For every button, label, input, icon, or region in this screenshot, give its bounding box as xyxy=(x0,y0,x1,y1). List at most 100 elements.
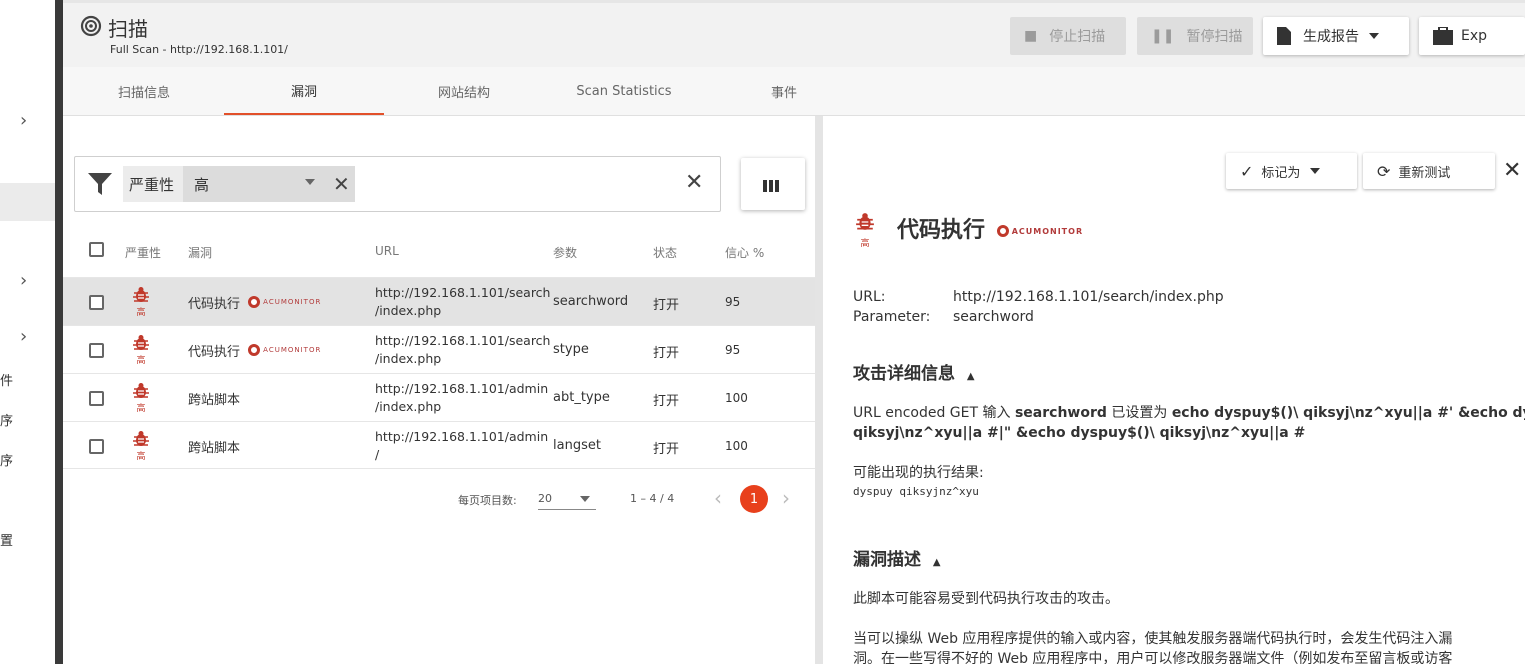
select-all-checkbox[interactable] xyxy=(89,242,104,257)
bug-icon: 高 xyxy=(131,334,151,366)
acumonitor-badge: ACUMONITOR xyxy=(248,344,321,356)
column-header[interactable]: 漏洞 xyxy=(188,244,212,261)
column-header[interactable]: URL xyxy=(375,244,399,258)
vuln-param: abt_type xyxy=(553,390,610,405)
vuln-confidence: 100 xyxy=(725,439,748,453)
next-page-icon[interactable]: › xyxy=(782,486,790,510)
attack-details-text: URL encoded GET 输入 searchword 已设置为 echo … xyxy=(853,403,1525,423)
sidebar-item-label[interactable]: 件 xyxy=(0,370,13,389)
acumonitor-badge: ACUMONITOR xyxy=(248,296,321,308)
column-header[interactable]: 参数 xyxy=(553,244,577,261)
acumonitor-logo-icon xyxy=(996,225,1009,237)
tab-site-structure[interactable]: 网站结构 xyxy=(384,67,544,115)
sidebar-item-label[interactable]: 序 xyxy=(0,410,13,429)
chevron-right-icon[interactable]: › xyxy=(20,270,27,291)
stop-scan-label: 停止扫描 xyxy=(1049,29,1106,45)
description-title: 漏洞描述 xyxy=(853,550,921,570)
sidebar-item-label[interactable]: 置 xyxy=(0,530,13,549)
description-heading[interactable]: 漏洞描述 ▲ xyxy=(853,545,941,570)
pause-scan-button[interactable]: ❚❚ 暂停扫描 xyxy=(1137,17,1253,55)
url-line: http://192.168.1.101/search xyxy=(375,333,551,348)
clear-filters-icon[interactable]: ✕ xyxy=(685,170,703,195)
scan-subtitle: Full Scan - http://192.168.1.101/ xyxy=(110,43,288,56)
filter-chip-value[interactable]: 高 ✕ xyxy=(183,166,355,202)
per-page-label: 每页项目数: xyxy=(458,494,517,507)
pause-scan-label: 暂停扫描 xyxy=(1186,29,1243,45)
tab-scan-info[interactable]: 扫描信息 xyxy=(64,67,224,115)
description-text: 洞。在一些写得不好的 Web 应用程序中，用户可以修改服务器端文件（例如发布至留… xyxy=(853,651,1453,664)
prev-page-icon[interactable]: ‹ xyxy=(714,486,722,510)
acumonitor-text: ACUMONITOR xyxy=(263,346,322,354)
retest-button[interactable]: ⟳ 重新测试 xyxy=(1363,153,1495,189)
vuln-name[interactable]: 代码执行 ACUMONITOR xyxy=(188,293,321,312)
row-checkbox[interactable] xyxy=(89,295,104,310)
generate-report-button[interactable]: 生成报告 xyxy=(1263,17,1409,55)
parameter-label: Parameter: xyxy=(853,309,931,325)
bug-icon xyxy=(133,383,149,398)
export-button[interactable]: Exp xyxy=(1419,17,1525,55)
acumonitor-text: ACUMONITOR xyxy=(263,298,322,306)
bug-icon: 高 xyxy=(131,382,151,414)
tab-scan-statistics[interactable]: Scan Statistics xyxy=(544,67,704,115)
description-text: 当可以操纵 Web 应用程序提供的输入或内容，使其触发服务器端代码执行时，会发生… xyxy=(853,631,1453,647)
result-label: 可能出现的执行结果: xyxy=(853,465,984,481)
row-checkbox[interactable] xyxy=(89,343,104,358)
sidebar-divider xyxy=(55,0,63,664)
vulnerability-title-text: 代码执行 xyxy=(897,218,986,243)
chevron-right-icon[interactable]: › xyxy=(20,326,27,347)
vuln-name[interactable]: 跨站脚本 xyxy=(188,437,240,456)
stop-scan-button[interactable]: ■ 停止扫描 xyxy=(1010,17,1126,55)
mark-as-button[interactable]: ✓ 标记为 xyxy=(1226,153,1357,189)
severity-label: 高 xyxy=(136,404,146,414)
bug-icon xyxy=(133,287,149,302)
table-row[interactable]: 高 跨站脚本 http://192.168.1.101/admin /index… xyxy=(63,373,815,421)
column-header[interactable]: 状态 xyxy=(653,244,677,261)
filter-icon[interactable] xyxy=(87,171,113,197)
chevron-right-icon[interactable]: › xyxy=(20,110,27,131)
attack-text: URL encoded GET 输入 xyxy=(853,405,1015,421)
table-row[interactable]: 高 跨站脚本 http://192.168.1.101/admin / lang… xyxy=(63,421,815,469)
column-header[interactable]: 严重性 xyxy=(125,244,161,261)
vuln-name[interactable]: 代码执行 ACUMONITOR xyxy=(188,341,321,360)
panel-splitter[interactable] xyxy=(815,116,823,664)
acumonitor-logo-icon xyxy=(248,344,261,356)
attack-details-heading[interactable]: 攻击详细信息 ▲ xyxy=(853,359,975,384)
row-checkbox[interactable] xyxy=(89,439,104,454)
acumonitor-badge: ACUMONITOR xyxy=(996,225,1083,237)
page-button-active[interactable]: 1 xyxy=(740,485,768,513)
export-icon xyxy=(1433,27,1453,45)
vuln-confidence: 100 xyxy=(725,391,748,405)
pause-icon: ❚❚ xyxy=(1151,28,1175,44)
per-page-select[interactable]: 20 xyxy=(538,488,596,510)
table-row[interactable]: 高 代码执行 ACUMONITOR http://192.168.1.101/s… xyxy=(63,325,815,373)
vuln-status: 打开 xyxy=(653,394,680,409)
severity-label: 高 xyxy=(860,239,870,249)
sidebar-item-label[interactable]: 序 xyxy=(0,450,13,469)
remove-filter-icon[interactable]: ✕ xyxy=(333,172,350,196)
tab-vulnerabilities[interactable]: 漏洞 xyxy=(224,67,384,115)
row-checkbox[interactable] xyxy=(89,391,104,406)
vuln-name-label: 代码执行 xyxy=(188,297,241,312)
vuln-name[interactable]: 跨站脚本 xyxy=(188,389,240,408)
columns-icon xyxy=(775,180,779,192)
tab-events[interactable]: 事件 xyxy=(704,67,864,115)
result-value: dyspuy qiksyjnz^xyu xyxy=(853,485,979,498)
filter-bar[interactable]: 严重性 高 ✕ ✕ xyxy=(74,156,721,212)
columns-button[interactable] xyxy=(741,158,805,210)
close-icon[interactable]: ✕ xyxy=(1503,158,1521,183)
check-icon: ✓ xyxy=(1240,161,1254,181)
bug-icon: 高 xyxy=(131,286,151,318)
sidebar-selected-item[interactable] xyxy=(0,183,55,221)
url-line: /index.php xyxy=(375,303,442,318)
chevron-down-icon[interactable] xyxy=(305,179,315,185)
url-value: http://192.168.1.101/search/index.php xyxy=(953,289,1224,305)
sidebar: › › › 件 序 序 置 xyxy=(0,0,55,664)
table-row[interactable]: 高 代码执行 ACUMONITOR http://192.168.1.101/s… xyxy=(63,277,815,325)
vuln-status: 打开 xyxy=(653,346,680,361)
filter-chip-key: 严重性 xyxy=(123,166,183,202)
scan-icon xyxy=(80,15,102,37)
vuln-param: stype xyxy=(553,342,589,357)
chevron-down-icon xyxy=(1310,168,1321,174)
column-header[interactable]: 信心 % xyxy=(725,244,764,261)
mark-as-label: 标记为 xyxy=(1261,165,1301,181)
